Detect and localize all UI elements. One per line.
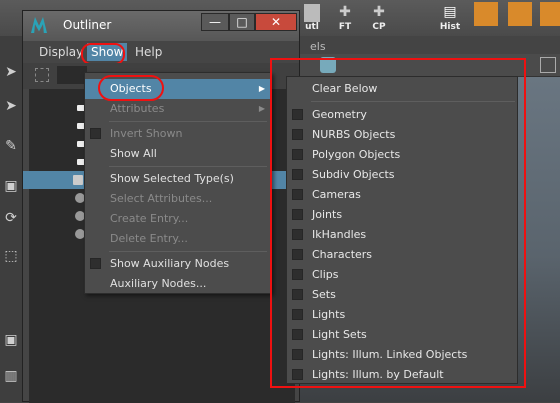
shelf-button-label: CP xyxy=(372,22,386,32)
search-input[interactable] xyxy=(57,66,87,84)
menu-item-create-entry[interactable]: Create Entry... xyxy=(85,209,271,229)
maya-logo-icon xyxy=(31,17,47,33)
menu-item-label: Show Selected Type(s) xyxy=(110,172,234,185)
menu-separator xyxy=(109,121,267,122)
select-tool-icon[interactable]: ➤ xyxy=(2,62,20,82)
checkbox-icon xyxy=(90,128,101,139)
panel-menu-bar: els xyxy=(300,36,560,54)
shelf-button-cp[interactable]: ✚ CP xyxy=(366,2,392,34)
shelf-button-label: FT xyxy=(338,22,352,32)
menu-item-label: Delete Entry... xyxy=(110,232,188,245)
show-dropdown-menu: Objects ▶ Attributes ▶ Invert Shown Show A… xyxy=(84,72,272,294)
menu-item-invert-shown[interactable]: Invert Shown xyxy=(85,124,271,144)
annotation-box-objects-submenu xyxy=(270,58,526,388)
menu-item-show-auxiliary-nodes[interactable]: Show Auxiliary Nodes xyxy=(85,254,271,274)
menu-item-show-selected-types[interactable]: Show Selected Type(s) xyxy=(85,169,271,189)
window-title: Outliner xyxy=(63,18,112,32)
menu-item-label: Show All xyxy=(110,147,157,160)
menu-item-show-all[interactable]: Show All xyxy=(85,144,271,164)
shelf-button-utl[interactable]: utl xyxy=(300,2,324,34)
cube-icon[interactable] xyxy=(540,2,560,26)
paint-select-icon[interactable]: ✎ xyxy=(2,136,20,156)
layout-icon[interactable]: ▣ xyxy=(2,330,20,350)
menu-item-label: Select Attributes... xyxy=(110,192,213,205)
layout-icon[interactable]: ▥ xyxy=(2,366,20,386)
menu-separator xyxy=(109,251,267,252)
scale-tool-icon[interactable]: ⬚ xyxy=(2,246,20,266)
tool-icon xyxy=(304,4,320,22)
cube-icon[interactable] xyxy=(474,2,498,26)
menu-item-label: Auxiliary Nodes... xyxy=(110,277,207,290)
menu-separator xyxy=(109,166,267,167)
mesh-icon xyxy=(73,175,83,185)
filter-icon[interactable] xyxy=(35,68,49,82)
rotate-tool-icon[interactable]: ⟳ xyxy=(2,208,20,228)
menu-item-label: Invert Shown xyxy=(110,127,183,140)
submenu-arrow-icon: ▶ xyxy=(258,104,265,113)
shelf-button-ft[interactable]: ✚ FT xyxy=(332,2,358,34)
menu-item-attributes[interactable]: Attributes ▶ xyxy=(85,99,271,119)
menu-item-select-attributes[interactable]: Select Attributes... xyxy=(85,189,271,209)
annotation-circle-show xyxy=(81,43,125,65)
menu-item-auxiliary-nodes[interactable]: Auxiliary Nodes... xyxy=(85,274,271,294)
menu-item-label: Create Entry... xyxy=(110,212,189,225)
close-button[interactable]: ✕ xyxy=(255,13,297,31)
lasso-tool-icon[interactable]: ➤ xyxy=(2,96,20,116)
menu-bar: Display Show Help xyxy=(23,41,299,63)
toolbox: ➤ ➤ ✎ ▣ ⟳ ⬚ ▣ ▥ xyxy=(0,36,23,402)
checkbox-icon xyxy=(90,258,101,269)
menu-item-label: Attributes xyxy=(110,102,165,115)
title-bar[interactable]: Outliner — □ ✕ xyxy=(23,11,299,41)
menu-item-label: Show Auxiliary Nodes xyxy=(110,257,230,270)
shelf-button-hist[interactable]: ▤ Hist xyxy=(436,2,464,34)
menu-help[interactable]: Help xyxy=(135,45,162,59)
move-tool-icon[interactable]: ▣ xyxy=(2,176,20,196)
maximize-button[interactable]: □ xyxy=(229,13,255,31)
freeze-transform-icon: ✚ xyxy=(339,4,351,20)
center-pivot-icon: ✚ xyxy=(373,4,385,20)
minimize-button[interactable]: — xyxy=(201,13,229,31)
submenu-arrow-icon: ▶ xyxy=(258,84,265,93)
shelf-button-label: utl xyxy=(305,22,319,32)
annotation-circle-objects xyxy=(98,75,164,101)
cube-icon[interactable] xyxy=(508,2,532,26)
panel-menu-label[interactable]: els xyxy=(310,40,326,53)
menu-display[interactable]: Display xyxy=(39,45,83,59)
menu-item-delete-entry[interactable]: Delete Entry... xyxy=(85,229,271,249)
grid-icon[interactable] xyxy=(540,57,556,73)
shelf-button-label: Hist xyxy=(439,22,461,32)
history-icon: ▤ xyxy=(443,4,457,20)
